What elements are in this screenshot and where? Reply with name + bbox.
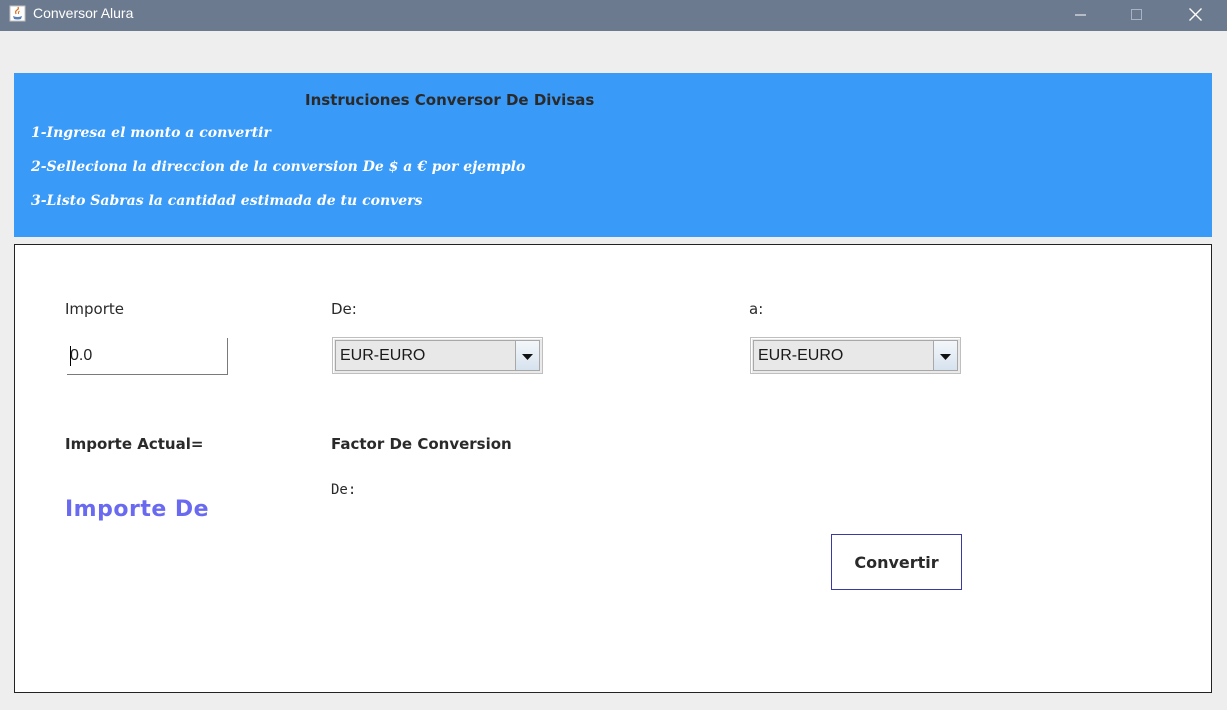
instruction-step-2: 2-Selleciona la direccion de la conversi… [31,159,526,175]
amount-label: Importe [65,300,125,318]
window-titlebar[interactable]: Conversor Alura [0,0,1227,31]
convert-button[interactable]: Convertir [831,534,962,590]
to-currency-field: EUR-EURO [753,340,958,371]
maximize-icon [1131,6,1143,25]
window-title: Conversor Alura [33,5,134,21]
instructions-title: Instruciones Conversor De Divisas [305,91,595,109]
java-app-icon [9,5,26,22]
text-cursor [70,346,71,366]
close-icon [1188,6,1202,25]
amount-input[interactable] [67,338,228,375]
to-currency-select[interactable]: EUR-EURO [750,337,961,374]
minimize-icon [1075,6,1087,25]
to-currency-label: a: [749,300,764,318]
conversion-factor-label: Factor De Conversion [331,435,512,453]
minimize-button[interactable] [1058,0,1104,31]
instruction-step-3: 3-Listo Sabras la cantidad estimada de t… [31,193,423,209]
converted-amount-value: Importe De [65,497,210,522]
current-amount-label: Importe Actual= [65,435,204,453]
converter-panel: Importe De: a: EUR-EURO EUR-EURO Importe… [14,244,1212,693]
to-currency-value: EUR-EURO [758,347,844,364]
instructions-banner: Instruciones Conversor De Divisas 1-Ingr… [14,73,1212,237]
chevron-down-icon [940,346,951,365]
chevron-down-icon [522,346,533,365]
maximize-button[interactable] [1114,0,1160,31]
conversion-factor-value: De: [331,482,357,498]
instruction-step-1: 1-Ingresa el monto a convertir [31,125,271,141]
from-dropdown-arrow[interactable] [515,341,539,370]
from-currency-value: EUR-EURO [340,347,426,364]
close-button[interactable] [1172,0,1218,31]
from-currency-field: EUR-EURO [335,340,540,371]
from-currency-label: De: [331,300,357,318]
to-dropdown-arrow[interactable] [933,341,957,370]
from-currency-select[interactable]: EUR-EURO [332,337,543,374]
